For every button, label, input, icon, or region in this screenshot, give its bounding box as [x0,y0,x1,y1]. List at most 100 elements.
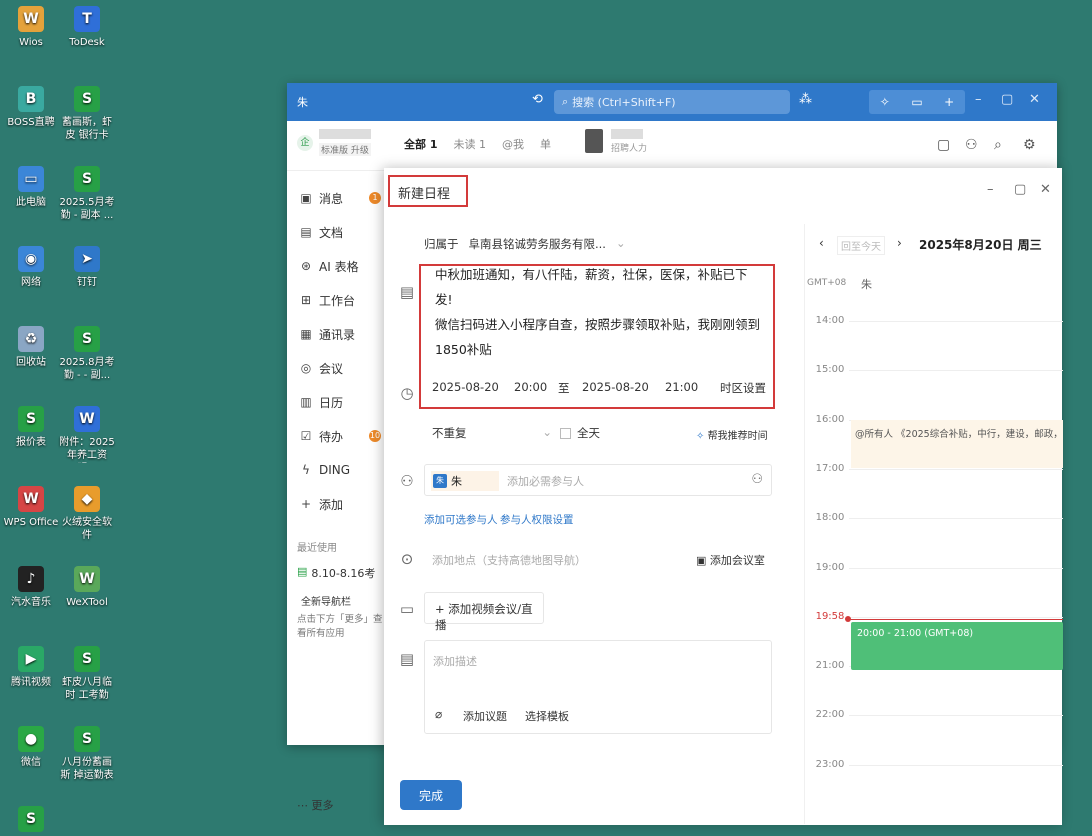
sidebar-item[interactable]: ⊛ AI 表格 [287,249,386,283]
recent-nav[interactable]: 全新导航栏 [301,593,351,608]
desktop-icon[interactable]: ▶ 腾讯视频 [0,646,62,689]
tab[interactable]: 未读 1 [453,136,486,152]
new-schedule-dialog: 新建日程 – ▢ ✕ 归属于 阜南县铭诚劳务服务有限... ⌄ ▤ 中秋加班通知… [384,168,1063,825]
desktop-icon[interactable]: ◉ 网络 [0,246,62,289]
app-icon: S [18,806,44,832]
permission-link[interactable]: 参与人权限设置 [500,512,574,527]
screen-icon[interactable]: ▭ [911,95,922,109]
ai-icon[interactable]: ✧ [880,95,890,109]
search-input[interactable]: ⌕ 搜索 (Ctrl+Shift+F) [554,90,790,114]
tab[interactable]: @我 [502,136,524,152]
sidebar-item[interactable]: ϟ DING [287,453,386,487]
sidebar-items: ▣ 消息 1 ▤ 文档 ⊛ AI 表格 ⊞ 工作台 ▦ 通讯录 ◎ 会议 ▥ 日历 ☑ 待办 10 ϟ DING + 添加 [287,171,386,521]
desktop-icon[interactable]: W WeXTool [56,566,118,609]
maximize-icon[interactable]: ▢ [1001,92,1013,107]
attachment-icon[interactable]: ⌀ [435,707,442,721]
prev-day-icon[interactable]: ‹ [819,236,824,250]
search-chat-icon[interactable]: ⌕ [994,137,1002,153]
dialog-minimize-icon[interactable]: – [987,182,994,197]
event-new[interactable]: 20:00 - 21:00 (GMT+08) [851,622,1063,670]
repeat-value: 不重复 [432,426,467,440]
description-input[interactable]: 添加描述 ⌀ 添加议题 选择模板 [424,640,772,734]
desktop-icon[interactable]: T ToDesk [56,6,118,49]
sidebar-item[interactable]: ▤ 文档 [287,215,386,249]
end-date[interactable]: 2025-08-20 [582,380,649,394]
add-room-button[interactable]: ▣ 添加会议室 [696,552,765,568]
event-existing[interactable]: @所有人 《2025综合补贴，中行，建设，邮政，... [851,420,1063,468]
desktop-icon[interactable]: S 报价表 [0,406,62,449]
participant-avatar: 朱 [433,474,447,488]
end-time[interactable]: 21:00 [665,380,698,394]
history-icon[interactable]: ⟲ [532,92,543,107]
desktop-icon[interactable]: S 蓄画斯，虾皮 银行卡 [56,86,118,142]
start-time[interactable]: 20:00 [514,380,547,394]
desktop-icon[interactable]: ▭ 此电脑 [0,166,62,209]
participant-chip[interactable]: 朱 朱 [431,471,499,491]
tab[interactable]: 单 [540,136,551,152]
recent-item[interactable]: ▤ 8.10-8.16考 [297,565,375,581]
sidebar-item[interactable]: + 添加 [287,487,386,521]
sidebar-item-label: AI 表格 [319,259,359,274]
add-person-icon[interactable]: ⚇ [751,472,763,487]
desktop-icon[interactable]: S [0,806,62,836]
done-button[interactable]: 完成 [400,780,462,810]
clock-icon: ◷ [400,384,414,402]
add-video-button[interactable]: + 添加视频会议/直播 [424,592,544,632]
dialog-maximize-icon[interactable]: ▢ [1014,182,1026,197]
desktop-icon[interactable]: W 附件：2025 年养工资明... [56,406,118,463]
add-optional-link[interactable]: 添加可选参与人 [424,512,498,527]
add-topic-button[interactable]: 添加议题 [463,708,507,724]
desktop-icon[interactable]: ♪ 汽水音乐 [0,566,62,609]
desktop-icon[interactable]: ● 微信 [0,726,62,769]
sidebar-icon: ▦ [300,327,312,341]
desktop-icon[interactable]: ♻ 回收站 [0,326,62,369]
minimize-icon[interactable]: – [975,92,982,107]
account-name-redacted [319,129,371,139]
more-button[interactable]: ⋯ 更多 [297,797,334,813]
location-input[interactable]: 添加地点（支持高德地图导航） [432,552,586,568]
desktop-icon[interactable]: S 2025.5月考 勤 - 副本 ... [56,166,118,222]
chat-avatar[interactable] [585,129,603,153]
repeat-select[interactable]: 不重复 ⌄ [432,425,552,441]
sidebar-item[interactable]: ☑ 待办 10 [287,419,386,453]
sidebar-icon: ⊛ [300,259,312,273]
title-bar: 朱 ⟲ ⌕ 搜索 (Ctrl+Shift+F) ⁂ ✧ ▭ + – ▢ ✕ [287,83,1057,121]
template-button[interactable]: 选择模板 [525,708,569,724]
sidebar-item[interactable]: ▣ 消息 1 [287,181,386,215]
add-contact-icon[interactable]: ⚇ [965,137,978,153]
add-icon[interactable]: + [944,95,954,109]
apps-icon[interactable]: ⁂ [799,92,812,107]
org-avatar[interactable]: 企 [297,135,313,151]
allday-checkbox[interactable]: 全天 [560,425,600,441]
recent-title: 最近使用 [297,543,337,554]
desktop-icon[interactable]: W WPS Office [0,486,62,529]
desktop-icon[interactable]: B BOSS直聘 [0,86,62,129]
video-icon: ▭ [399,600,415,618]
account-tag[interactable]: 标准版 升级 [319,143,371,156]
desktop-icon[interactable]: ◆ 火绒安全软件 [56,486,118,542]
timezone-button[interactable]: 时区设置 [720,380,766,396]
sidebar-item[interactable]: ⊞ 工作台 [287,283,386,317]
find-time-button[interactable]: ✧ 帮我推荐时间 [696,427,768,442]
participant-input[interactable]: 朱 朱 添加必需参与人 ⚇ [424,464,772,496]
sidebar-item[interactable]: ◎ 会议 [287,351,386,385]
sidebar-item[interactable]: ▦ 通讯录 [287,317,386,351]
today-button[interactable]: 回至今天 [837,236,885,255]
sidebar-item[interactable]: ▥ 日历 [287,385,386,419]
tab[interactable]: 全部 1 [404,136,437,152]
settings-icon[interactable]: ⚙ [1023,137,1036,153]
dialog-close-icon[interactable]: ✕ [1040,182,1051,197]
close-icon[interactable]: ✕ [1029,92,1040,107]
next-day-icon[interactable]: › [897,236,902,250]
start-date[interactable]: 2025-08-20 [432,380,499,394]
folder-icon[interactable]: ▢ [937,137,950,153]
body-line: 中秋加班通知，有八仟陆，薪资，社保，医保，补贴已下 [435,267,748,282]
desktop-icon[interactable]: S 虾皮八月临时 工考勤 [56,646,118,702]
desktop-icon[interactable]: S 八月份蓄画斯 掉运勤表 [56,726,118,782]
calendar-date-title: 2025年8月20日 周三 [919,238,1042,252]
sidebar-icon: ⊞ [300,293,312,307]
desktop-icon[interactable]: W Wios [0,6,62,49]
desktop-icon[interactable]: ➤ 钉钉 [56,246,118,289]
desktop-icon[interactable]: S 2025.8月考 勤 - - 副... [56,326,118,382]
belongs-row[interactable]: 归属于 阜南县铭诚劳务服务有限... ⌄ [424,236,626,252]
